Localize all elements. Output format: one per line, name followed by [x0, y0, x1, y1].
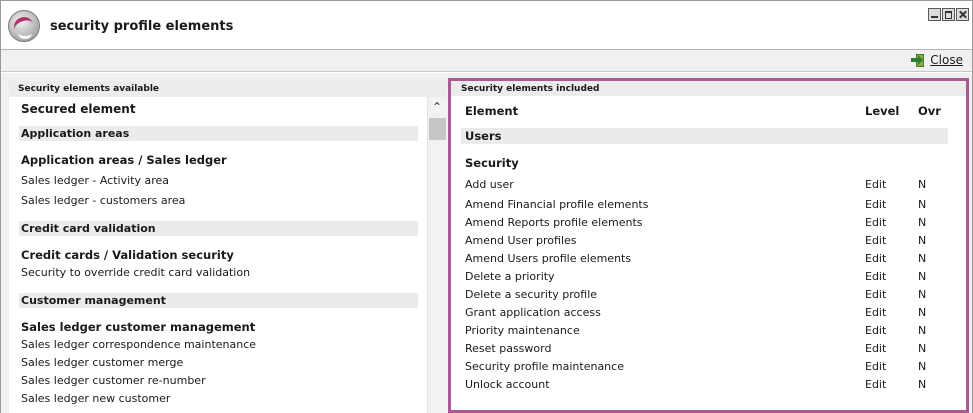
vertical-scrollbar[interactable]: ⌃ [427, 97, 447, 413]
element-cell: Add user [465, 178, 514, 191]
group-customer-management[interactable]: Customer management [19, 293, 418, 308]
column-header-ovr: Ovr [918, 104, 941, 118]
element-cell: Amend Reports profile elements [465, 216, 643, 229]
level-cell[interactable]: Edit [865, 178, 886, 191]
scrollbar-thumb[interactable] [429, 118, 446, 140]
secured-element-header: Secured element [21, 102, 136, 116]
element-cell: Reset password [465, 342, 552, 355]
ovr-cell[interactable]: N [918, 198, 926, 211]
title-bar: security profile elements [1, 1, 972, 50]
ovr-cell[interactable]: N [918, 216, 926, 229]
level-cell[interactable]: Edit [865, 378, 886, 391]
minimize-icon[interactable] [928, 8, 941, 21]
table-row[interactable]: Delete a security profile Edit N [451, 288, 966, 306]
list-item[interactable]: Sales ledger - Activity area [21, 174, 169, 187]
table-row[interactable]: Reset password Edit N [451, 342, 966, 360]
element-cell: Delete a priority [465, 270, 555, 283]
app-logo-icon [8, 10, 40, 42]
table-row[interactable]: Priority maintenance Edit N [451, 324, 966, 342]
level-cell[interactable]: Edit [865, 342, 886, 355]
column-header-element: Element [465, 104, 519, 118]
level-cell[interactable]: Edit [865, 360, 886, 373]
subgroup-sales-ledger-customer-management[interactable]: Sales ledger customer management [21, 320, 255, 334]
level-cell[interactable]: Edit [865, 234, 886, 247]
element-cell: Priority maintenance [465, 324, 580, 337]
list-item[interactable]: Sales ledger customer merge [21, 356, 183, 369]
table-row[interactable]: Amend Users profile elements Edit N [451, 252, 966, 270]
element-cell: Grant application access [465, 306, 601, 319]
ovr-cell[interactable]: N [918, 252, 926, 265]
list-item[interactable]: Sales ledger correspondence maintenance [21, 338, 256, 351]
table-row[interactable]: Add user Edit N [451, 178, 966, 196]
list-item[interactable]: Sales ledger new customer [21, 392, 170, 405]
close-label[interactable]: Close [930, 53, 963, 67]
ovr-cell[interactable]: N [918, 324, 926, 337]
element-cell: Delete a security profile [465, 288, 598, 301]
included-caption: Security elements included [451, 81, 966, 96]
subgroup-security[interactable]: Security [465, 156, 519, 170]
ovr-cell[interactable]: N [918, 178, 926, 191]
table-row[interactable]: Amend Financial profile elements Edit N [451, 198, 966, 216]
level-cell[interactable]: Edit [865, 288, 886, 301]
table-row[interactable]: Amend Reports profile elements Edit N [451, 216, 966, 234]
table-row[interactable]: Security profile maintenance Edit N [451, 360, 966, 378]
element-cell: Amend User profiles [465, 234, 577, 247]
list-item[interactable]: Sales ledger customer re-number [21, 374, 206, 387]
ovr-cell[interactable]: N [918, 306, 926, 319]
available-caption: Security elements available [9, 81, 447, 97]
ovr-cell[interactable]: N [918, 360, 926, 373]
chevron-up-icon[interactable]: ⌃ [432, 101, 442, 113]
level-cell[interactable]: Edit [865, 198, 886, 211]
included-elements-list[interactable]: Element Level Ovr Users Security Add use… [451, 96, 966, 410]
window-controls [928, 8, 969, 21]
ovr-cell[interactable]: N [918, 288, 926, 301]
element-cell: Unlock account [465, 378, 550, 391]
table-row[interactable]: Amend User profiles Edit N [451, 234, 966, 252]
content-area: Security elements available Secured elem… [1, 73, 972, 413]
level-cell[interactable]: Edit [865, 216, 886, 229]
included-elements-panel: Security elements included Element Level… [448, 78, 969, 413]
window-title: security profile elements [50, 19, 234, 34]
security-profile-elements-window: security profile elements Close Security… [0, 0, 973, 413]
ovr-cell[interactable]: N [918, 234, 926, 247]
subgroup-credit-cards-validation-security[interactable]: Credit cards / Validation security [21, 248, 234, 262]
close-icon[interactable] [956, 8, 969, 21]
element-cell: Amend Users profile elements [465, 252, 632, 265]
level-cell[interactable]: Edit [865, 270, 886, 283]
ovr-cell[interactable]: N [918, 342, 926, 355]
group-credit-card-validation[interactable]: Credit card validation [19, 221, 418, 236]
table-row[interactable]: Delete a priority Edit N [451, 270, 966, 288]
list-item[interactable]: Security to override credit card validat… [21, 266, 250, 279]
toolbar: Close [1, 50, 972, 72]
close-button[interactable]: Close [911, 53, 963, 67]
group-users[interactable]: Users [461, 128, 948, 144]
table-row[interactable]: Grant application access Edit N [451, 306, 966, 324]
level-cell[interactable]: Edit [865, 324, 886, 337]
level-cell[interactable]: Edit [865, 252, 886, 265]
available-elements-list[interactable]: Secured element Application areas Applic… [9, 97, 427, 413]
element-cell: Security profile maintenance [465, 360, 624, 373]
element-cell: Amend Financial profile elements [465, 198, 649, 211]
list-item[interactable]: Sales ledger - customers area [21, 194, 185, 207]
available-elements-panel: Security elements available Secured elem… [9, 81, 447, 413]
group-application-areas[interactable]: Application areas [19, 126, 418, 141]
column-header-level: Level [865, 104, 900, 118]
ovr-cell[interactable]: N [918, 378, 926, 391]
subgroup-application-areas-sales-ledger[interactable]: Application areas / Sales ledger [21, 153, 227, 167]
ovr-cell[interactable]: N [918, 270, 926, 283]
table-row[interactable]: Unlock account Edit N [451, 378, 966, 396]
level-cell[interactable]: Edit [865, 306, 886, 319]
maximize-icon[interactable] [942, 8, 955, 21]
exit-icon [911, 53, 925, 67]
